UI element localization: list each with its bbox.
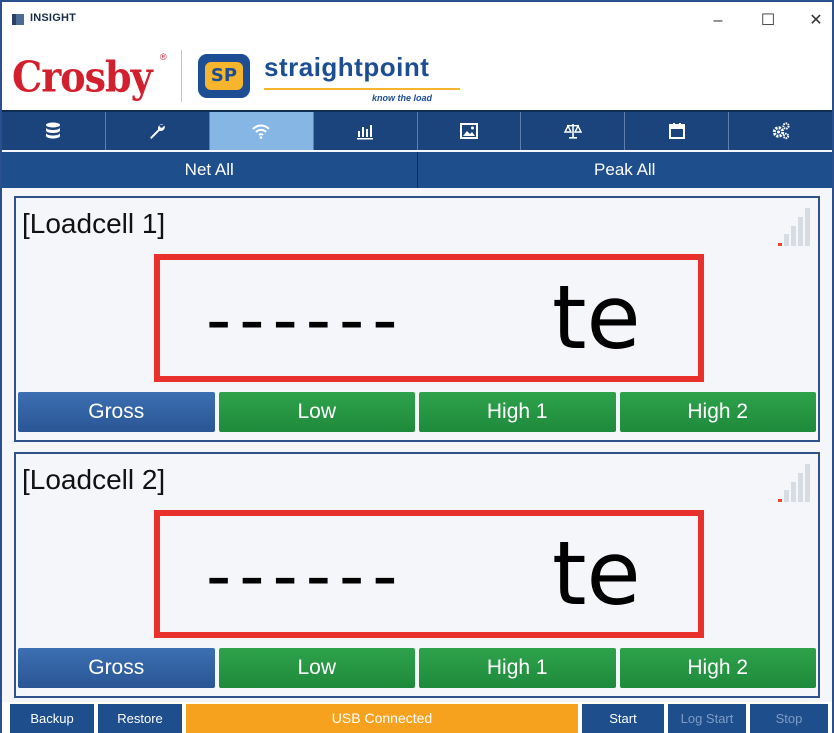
backup-button[interactable]: Backup (10, 704, 94, 733)
bar-chart-icon (357, 125, 374, 140)
low-button[interactable]: Low (218, 648, 415, 688)
logo-bar: Crosby ® SP straightpoint know the load (2, 42, 832, 110)
tool-scale[interactable] (521, 112, 626, 150)
load-value: ------ (206, 279, 406, 361)
app-window: INSIGHT – ☐ ✕ Crosby ® SP straightpoint … (0, 0, 834, 733)
loadcell-title: [Loadcell 2] (22, 464, 166, 495)
load-value: ------ (206, 535, 406, 617)
loadcell-title: [Loadcell 1] (22, 208, 166, 239)
high-2-button[interactable]: High 2 (619, 392, 816, 432)
signal-strength-icon (778, 206, 810, 246)
tool-image[interactable] (418, 112, 522, 150)
maximize-button[interactable]: ☐ (752, 8, 784, 34)
net-all-button[interactable]: Net All (2, 152, 418, 188)
window-title: INSIGHT (30, 12, 77, 24)
database-icon (46, 122, 61, 139)
calendar-icon (668, 123, 685, 139)
logo-divider (181, 50, 182, 102)
scale-icon (563, 124, 582, 139)
load-unit: te (552, 266, 641, 369)
load-unit: te (552, 522, 641, 625)
close-button[interactable]: ✕ (800, 8, 832, 34)
minimize-button[interactable]: – (702, 8, 734, 34)
mode-buttons: Gross Low High 1 High 2 (18, 648, 816, 688)
low-button[interactable]: Low (218, 392, 415, 432)
loadcell-panel: [Loadcell 1] ------ te Gross Low High 1 … (14, 196, 820, 442)
straightpoint-logo: straightpoint (264, 52, 430, 82)
title-bar: INSIGHT – ☐ ✕ (2, 2, 832, 42)
app-icon (12, 14, 24, 25)
connection-status: USB Connected (186, 704, 578, 733)
image-icon (459, 123, 478, 139)
signal-strength-icon (778, 462, 810, 502)
stop-button[interactable]: Stop (750, 704, 828, 733)
tool-chart[interactable] (314, 112, 418, 150)
tagline: know the load (372, 93, 433, 103)
tare-bar: Net All Peak All (2, 152, 832, 188)
gross-button[interactable]: Gross (18, 648, 215, 688)
tool-calendar[interactable] (625, 112, 730, 150)
status-bar: Backup Restore USB Connected Start Log S… (2, 702, 832, 733)
tool-settings[interactable] (729, 112, 832, 150)
load-readout: ------ te (154, 254, 704, 382)
high-1-button[interactable]: High 1 (419, 648, 616, 688)
tool-database[interactable] (2, 112, 106, 150)
restore-button[interactable]: Restore (98, 704, 182, 733)
tool-wrench[interactable] (106, 112, 210, 150)
sp-initials: SP (205, 62, 243, 90)
wrench-icon (150, 124, 166, 139)
mode-buttons: Gross Low High 1 High 2 (18, 392, 816, 432)
settings-icon (772, 122, 790, 140)
wifi-icon (252, 124, 270, 139)
crosby-registered-mark: ® (160, 52, 167, 62)
start-button[interactable]: Start (582, 704, 664, 733)
log-start-button[interactable]: Log Start (668, 704, 746, 733)
high-2-button[interactable]: High 2 (619, 648, 816, 688)
tool-wireless[interactable] (209, 112, 314, 150)
crosby-logo: Crosby (12, 51, 153, 102)
straightpoint-badge: SP (198, 54, 250, 98)
peak-all-button[interactable]: Peak All (418, 152, 833, 188)
main-toolbar (2, 110, 832, 150)
gross-button[interactable]: Gross (18, 392, 215, 432)
high-1-button[interactable]: High 1 (419, 392, 616, 432)
load-readout: ------ te (154, 510, 704, 638)
logo-underline (264, 88, 460, 90)
loadcell-panel: [Loadcell 2] ------ te Gross Low High 1 … (14, 452, 820, 698)
